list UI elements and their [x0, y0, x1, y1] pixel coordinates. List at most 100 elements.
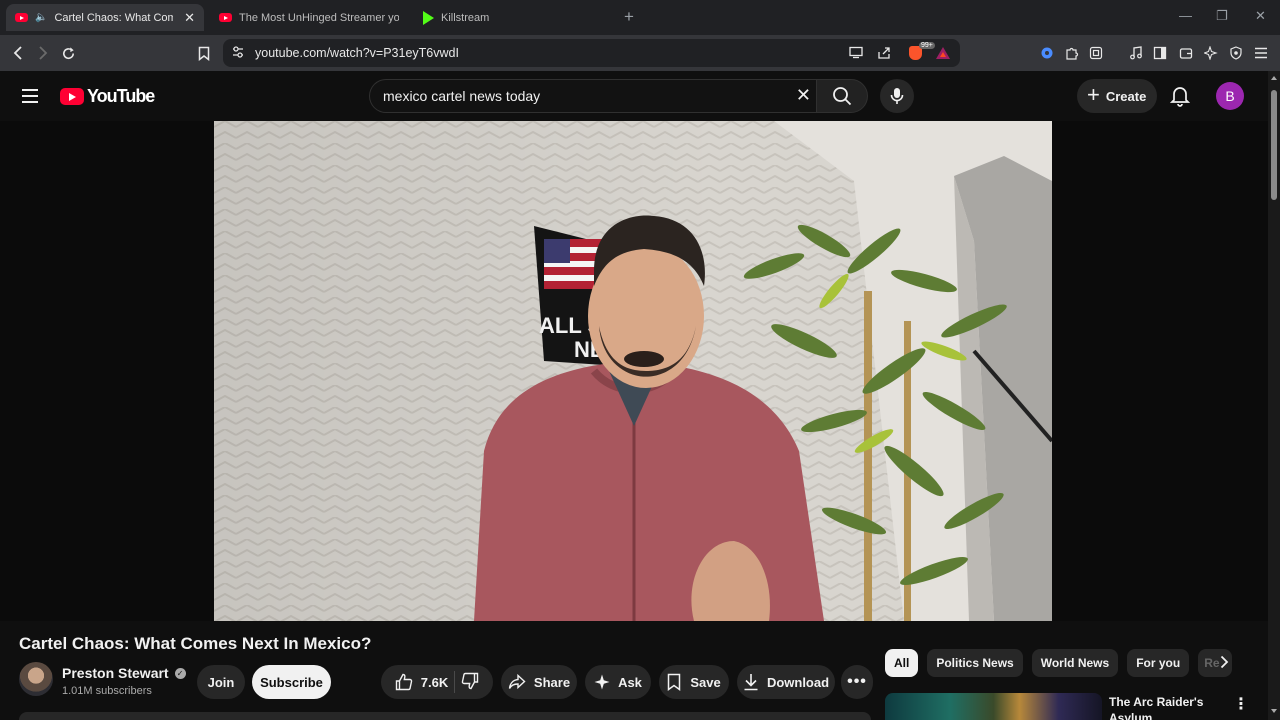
youtube-logo-text: YouTube [87, 86, 155, 106]
share-arrow-icon [508, 674, 526, 690]
site-settings-icon[interactable] [232, 46, 244, 64]
related-filter-chips: All Politics News World News For you Re [885, 649, 1233, 677]
wallet-icon[interactable] [1179, 35, 1193, 71]
tab-title: Killstream [441, 11, 490, 24]
subscribe-button[interactable]: Subscribe [252, 665, 331, 699]
chip-politics-news[interactable]: Politics News [927, 649, 1023, 677]
vpn-shield-icon[interactable] [1229, 35, 1243, 71]
chevron-right-icon[interactable] [1220, 655, 1229, 672]
bookmark-icon[interactable] [196, 35, 212, 71]
ask-button[interactable]: Ask [585, 665, 651, 699]
thumbs-down-icon [461, 672, 479, 689]
dislike-button[interactable] [461, 672, 479, 693]
back-icon[interactable] [8, 35, 28, 71]
scroll-down-arrow-icon[interactable] [1271, 709, 1277, 713]
like-dislike-group: 7.6K [381, 665, 493, 699]
tab-unhinged-streamer[interactable]: The Most UnHinged Streamer you've [210, 4, 408, 31]
subscribe-label: Subscribe [260, 674, 323, 690]
save-label: Save [690, 674, 721, 690]
speaker-icon[interactable]: 🔈 [35, 12, 47, 23]
like-count: 7.6K [420, 674, 449, 690]
share-page-icon[interactable] [877, 46, 891, 64]
search-icon [833, 87, 852, 106]
reload-icon[interactable] [58, 35, 78, 71]
search-query: mexico cartel news today [383, 88, 541, 104]
chip-all[interactable]: All [885, 649, 919, 677]
download-button[interactable]: Download [737, 665, 835, 699]
page-scrollbar[interactable] [1268, 71, 1280, 720]
save-bookmark-icon [668, 673, 681, 691]
microphone-icon [890, 88, 904, 104]
scroll-up-arrow-icon[interactable] [1271, 76, 1277, 80]
create-label: Create [1105, 88, 1147, 104]
notifications-bell-icon[interactable] [1169, 85, 1191, 112]
channel-name[interactable]: Preston Stewart [62, 665, 169, 681]
plus-icon: + [1087, 82, 1100, 107]
download-label: Download [766, 674, 830, 690]
video-title: Cartel Chaos: What Comes Next In Mexico? [19, 634, 372, 653]
join-label: Join [207, 674, 235, 690]
description-box[interactable] [19, 712, 871, 720]
brave-shields-icon[interactable]: 99+ [909, 42, 935, 60]
video-frame: ALL S NE [214, 121, 1052, 621]
window-close-icon[interactable]: ✕ [1255, 8, 1266, 24]
sidebar-toggle-icon[interactable] [1153, 35, 1167, 71]
vpn-icon[interactable] [1040, 35, 1054, 71]
guide-menu-icon[interactable] [22, 89, 38, 103]
new-tab-icon[interactable]: + [624, 7, 634, 27]
browser-toolbar: youtube.com/watch?v=P31eyT6vwdI 99+ [0, 35, 1280, 71]
verified-check-icon: ✓ [174, 667, 186, 679]
kick-favicon-icon [423, 10, 434, 25]
video-player-area: ALL S NE [0, 121, 1268, 621]
youtube-logo[interactable]: YouTube [60, 86, 155, 107]
channel-name-row[interactable]: Preston Stewart ✓ [62, 665, 186, 681]
forward-icon[interactable] [33, 35, 53, 71]
browser-menu-icon[interactable] [1254, 35, 1268, 71]
create-button[interactable]: + Create [1077, 79, 1157, 113]
media-icon[interactable] [1129, 35, 1143, 71]
more-vertical-icon[interactable]: ⋮ [1233, 694, 1249, 714]
restore-icon[interactable]: ❐ [1216, 8, 1228, 24]
scrollbar-thumb[interactable] [1271, 90, 1277, 200]
video-player[interactable]: ALL S NE [214, 121, 1052, 621]
shields-count-badge: 99+ [919, 42, 935, 49]
account-avatar[interactable]: B [1216, 82, 1244, 110]
screenshot-icon[interactable] [1089, 35, 1103, 71]
download-icon [744, 674, 758, 691]
url-text: youtube.com/watch?v=P31eyT6vwdI [255, 46, 459, 60]
ask-label: Ask [618, 674, 642, 690]
youtube-play-logo-icon [60, 88, 84, 105]
recommendation-thumbnail[interactable] [885, 693, 1102, 720]
join-button[interactable]: Join [197, 665, 245, 699]
tab-title: Cartel Chaos: What Comes Ne [54, 11, 174, 24]
youtube-favicon-icon [219, 13, 232, 22]
like-divider [454, 671, 456, 693]
tab-cartel-chaos[interactable]: 🔈 Cartel Chaos: What Comes Ne ✕ [6, 4, 204, 31]
sparkle-icon [594, 674, 610, 690]
clear-search-icon[interactable]: ✕ [796, 85, 811, 106]
save-button[interactable]: Save [659, 665, 729, 699]
search-input[interactable]: mexico cartel news today ✕ [369, 79, 817, 113]
extensions-icon[interactable] [1065, 35, 1079, 71]
voice-search-button[interactable] [880, 79, 914, 113]
more-actions-button[interactable]: ••• [841, 665, 873, 699]
chip-for-you[interactable]: For you [1127, 649, 1190, 677]
search-button[interactable] [816, 79, 868, 113]
address-bar[interactable]: youtube.com/watch?v=P31eyT6vwdI 99+ [223, 39, 960, 67]
cast-icon[interactable] [849, 46, 863, 64]
browser-tab-bar: 🔈 Cartel Chaos: What Comes Ne ✕ The Most… [0, 0, 1280, 35]
subscriber-count: 1.01M subscribers [62, 685, 152, 697]
share-button[interactable]: Share [501, 665, 577, 699]
leo-ai-icon[interactable] [1204, 35, 1218, 71]
chip-world-news[interactable]: World News [1031, 649, 1119, 677]
more-horizontal-icon: ••• [847, 673, 867, 690]
recommendation-title[interactable]: The Arc Raider's Asylum [1109, 694, 1219, 720]
like-button[interactable]: 7.6K [395, 673, 448, 691]
tab-title: The Most UnHinged Streamer you've [239, 11, 399, 24]
close-icon[interactable]: ✕ [184, 10, 195, 26]
minimize-icon[interactable]: — [1179, 8, 1192, 23]
channel-avatar[interactable] [19, 662, 53, 696]
tab-killstream[interactable]: Killstream [414, 4, 612, 31]
brave-rewards-icon[interactable] [936, 47, 950, 59]
share-label: Share [533, 674, 571, 690]
